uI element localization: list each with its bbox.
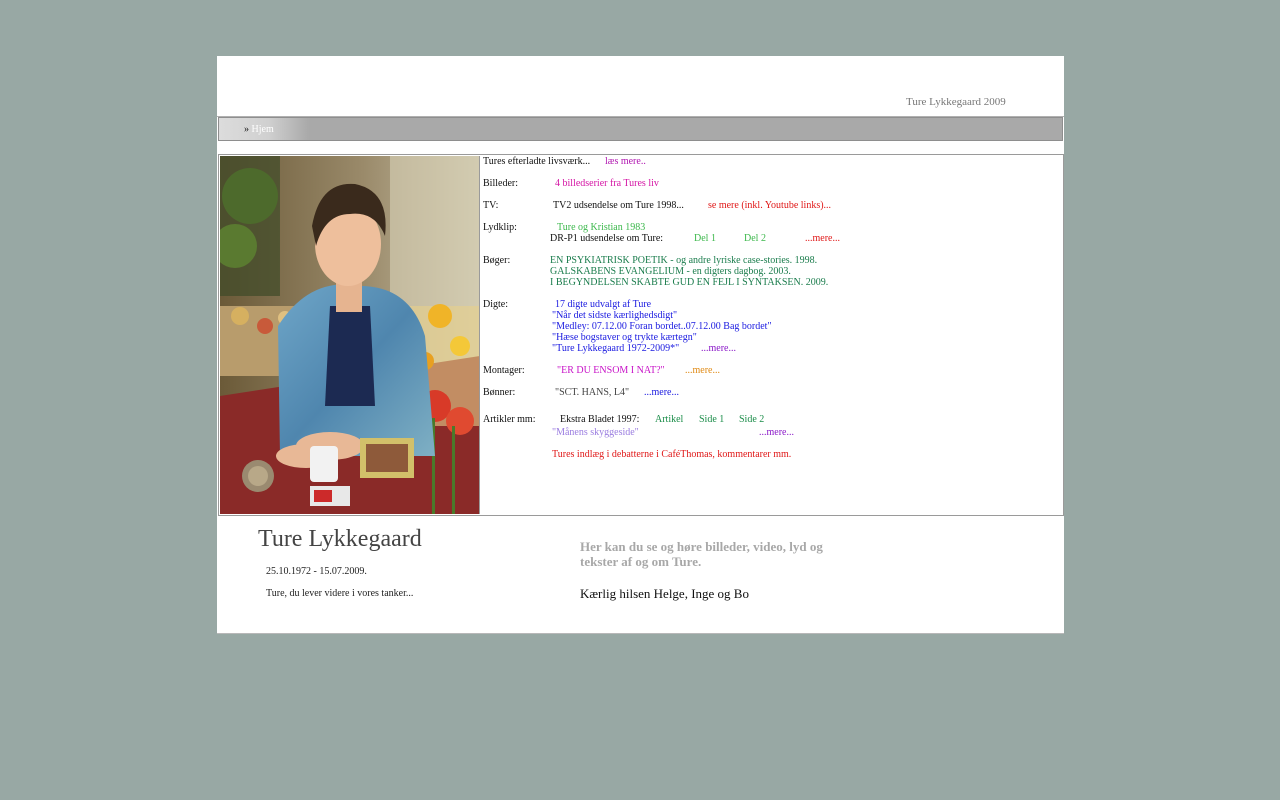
lydklip-more-link[interactable]: ...mere... — [805, 233, 840, 245]
page-container: Ture Lykkegaard 2009 » Hjem Tures efterl… — [217, 56, 1064, 634]
digte-more-link[interactable]: ...mere... — [701, 343, 736, 355]
memorial-dates: 25.10.1972 - 15.07.2009. — [266, 566, 367, 577]
billeder-label: Billeder: — [483, 178, 518, 189]
cafethomas-debate-link[interactable]: Tures indlæg i debatterne i CaféThomas, … — [552, 449, 791, 461]
breadcrumb-arrow: » — [244, 124, 249, 135]
footer-divider — [217, 633, 1064, 634]
artikel-link[interactable]: Artikel — [655, 414, 683, 426]
manens-skyggeside-link[interactable]: "Månens skyggeside" — [552, 427, 639, 439]
poem-link[interactable]: "Ture Lykkegaard 1972-2009*" — [552, 343, 679, 355]
artikler-more-link[interactable]: ...mere... — [759, 427, 794, 439]
side2-link[interactable]: Side 2 — [739, 414, 764, 426]
bonner-text: "SCT. HANS, L4" — [555, 387, 630, 398]
tv-text: TV2 udsendelse om Ture 1998... — [553, 200, 684, 211]
nav-bar: » Hjem — [218, 117, 1063, 141]
intro-text: Tures efterladte livsværk... — [483, 156, 591, 167]
digte-label: Digte: — [483, 299, 508, 310]
tv-label: TV: — [483, 200, 499, 211]
memorial-tagline: Ture, du lever videre i vores tanker... — [266, 588, 414, 599]
boger-label: Bøger: — [483, 255, 511, 266]
intro-read-more-link[interactable]: læs mere.. — [605, 156, 646, 168]
billeder-link[interactable]: 4 billedserier fra Tures liv — [555, 178, 659, 190]
montage-link[interactable]: "ER DU ENSOM I NAT?" — [557, 365, 665, 377]
lydklip-label: Lydklip: — [483, 222, 517, 233]
content-links: Tures efterladte livsværk... læs mere.. … — [483, 155, 1063, 515]
bonner-more-link[interactable]: ...mere... — [644, 387, 679, 399]
side1-link[interactable]: Side 1 — [699, 414, 724, 426]
artikler-label: Artikler mm: — [483, 414, 536, 425]
content-frame: Tures efterladte livsværk... læs mere.. … — [218, 154, 1064, 516]
family-greeting: Kærlig hilsen Helge, Inge og Bo — [580, 586, 749, 601]
montager-more-link[interactable]: ...mere... — [685, 365, 720, 377]
ture-photo — [220, 156, 480, 514]
header-title: Ture Lykkegaard 2009 — [906, 96, 1006, 108]
lydklip-dr-text: DR-P1 udsendelse om Ture: — [550, 233, 664, 244]
tv-see-more-link[interactable]: se mere (inkl. Youtube links)... — [708, 200, 831, 212]
book-link[interactable]: I BEGYNDELSEN SKABTE GUD EN FEJL I SYNTA… — [550, 277, 828, 289]
artikler-ekstra-bladet: Ekstra Bladet 1997: — [560, 414, 640, 425]
breadcrumb: » Hjem — [244, 124, 274, 135]
bonner-label: Bønner: — [483, 387, 516, 398]
memorial-name: Ture Lykkegaard — [258, 526, 422, 552]
montager-label: Montager: — [483, 365, 525, 376]
site-intro: Her kan du se og høre billeder, video, l… — [580, 539, 823, 569]
lydklip-del2-link[interactable]: Del 2 — [744, 233, 766, 245]
lydklip-del1-link[interactable]: Del 1 — [694, 233, 716, 245]
nav-home-link[interactable]: Hjem — [252, 124, 274, 135]
